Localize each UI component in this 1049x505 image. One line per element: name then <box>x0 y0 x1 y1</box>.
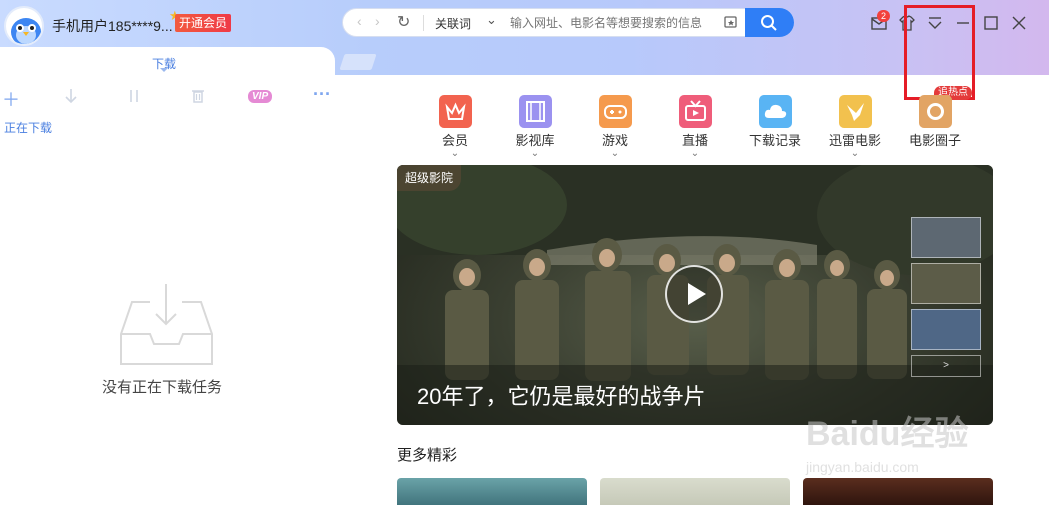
circle-icon <box>918 95 952 128</box>
maximize-icon[interactable] <box>982 14 1000 32</box>
bird-icon <box>838 95 872 128</box>
baidu-watermark: Baidu经验 jingyan.baidu.com <box>806 396 996 480</box>
user-avatar[interactable] <box>4 6 44 46</box>
chevron-down-icon: ⌄ <box>610 148 620 159</box>
delete-icon[interactable] <box>190 88 206 104</box>
content-card[interactable] <box>600 478 790 505</box>
content-card[interactable] <box>397 478 587 505</box>
empty-tray-icon <box>120 284 213 365</box>
category-label: 迅雷电影 <box>828 133 881 148</box>
new-tab-button[interactable] <box>339 54 377 70</box>
content-card[interactable] <box>803 478 993 505</box>
user-name[interactable]: 手机用户185****9... <box>52 16 173 36</box>
add-task-icon[interactable]: ＋ <box>2 86 20 112</box>
category-download-history[interactable]: 下载记录 <box>739 95 811 149</box>
tab-indicator <box>160 68 168 72</box>
pause-icon[interactable] <box>127 88 141 104</box>
category-games[interactable]: 游戏 ⌄ <box>579 95 651 159</box>
search-button[interactable] <box>745 8 794 37</box>
category-xunlei-movie[interactable]: 迅雷电影 ⌄ <box>819 95 891 159</box>
category-label: 会员 <box>441 133 468 148</box>
more-icon[interactable]: ··· <box>313 84 331 105</box>
keyword-mode-select[interactable]: 关联词 <box>435 15 471 32</box>
search-icon <box>761 15 777 31</box>
play-button[interactable] <box>665 265 723 323</box>
close-icon[interactable] <box>1010 14 1028 32</box>
section-title: 更多精彩 <box>397 447 458 464</box>
watermark-text: Baidu经验 <box>806 415 969 453</box>
play-icon <box>688 283 706 305</box>
cloud-icon <box>758 95 792 128</box>
category-movie-circle[interactable]: 电影圈子 <box>899 95 971 149</box>
category-live[interactable]: 直播 ⌄ <box>659 95 731 159</box>
category-label: 电影圈子 <box>908 133 961 148</box>
category-film-library[interactable]: 影视库 ⌄ <box>499 95 571 159</box>
category-label: 游戏 <box>601 133 628 148</box>
featured-banner[interactable]: 超级影院 20年了，它仍是最好的战争片 > <box>397 165 993 425</box>
empty-state-text: 没有正在下载任务 <box>102 379 223 396</box>
banner-thumbnail[interactable] <box>911 263 981 304</box>
vip-tag[interactable]: VIP <box>248 90 273 103</box>
category-vip[interactable]: 会员 ⌄ <box>419 95 491 159</box>
download-icon[interactable] <box>64 88 78 104</box>
divider <box>423 15 424 31</box>
forward-icon[interactable]: › <box>375 13 380 29</box>
tv-icon <box>678 95 712 128</box>
open-vip-button[interactable]: 开通会员 <box>175 14 232 32</box>
chevron-down-icon: ⌄ <box>850 148 860 159</box>
chevron-down-icon: ⌄ <box>450 148 460 159</box>
gamepad-icon <box>598 95 632 128</box>
film-icon <box>518 95 552 128</box>
notification-badge: 2 <box>877 10 890 22</box>
crown-icon <box>438 95 472 128</box>
banner-next-button[interactable]: > <box>911 355 981 377</box>
category-label: 直播 <box>681 133 708 148</box>
banner-tag: 超级影院 <box>397 165 462 191</box>
refresh-icon[interactable]: ↻ <box>397 12 410 32</box>
chevron-down-icon: ⌄ <box>530 148 540 159</box>
address-bar: ‹ › ↻ 关联词 ⌄ <box>342 8 794 37</box>
downloading-label[interactable]: 正在下载 <box>4 119 52 136</box>
category-label: 下载记录 <box>748 133 801 148</box>
banner-thumbnail[interactable] <box>911 309 981 350</box>
chevron-down-icon: ⌄ <box>690 148 700 159</box>
back-icon[interactable]: ‹ <box>357 13 362 29</box>
banner-thumbnail[interactable] <box>911 217 981 258</box>
chevron-down-icon[interactable]: ⌄ <box>486 12 497 28</box>
bookmark-icon[interactable] <box>723 14 739 30</box>
url-search-input[interactable] <box>510 14 720 32</box>
watermark-url: jingyan.baidu.com <box>806 459 919 475</box>
category-label: 影视库 <box>515 133 555 148</box>
banner-title[interactable]: 20年了，它仍是最好的战争片 <box>417 379 705 411</box>
